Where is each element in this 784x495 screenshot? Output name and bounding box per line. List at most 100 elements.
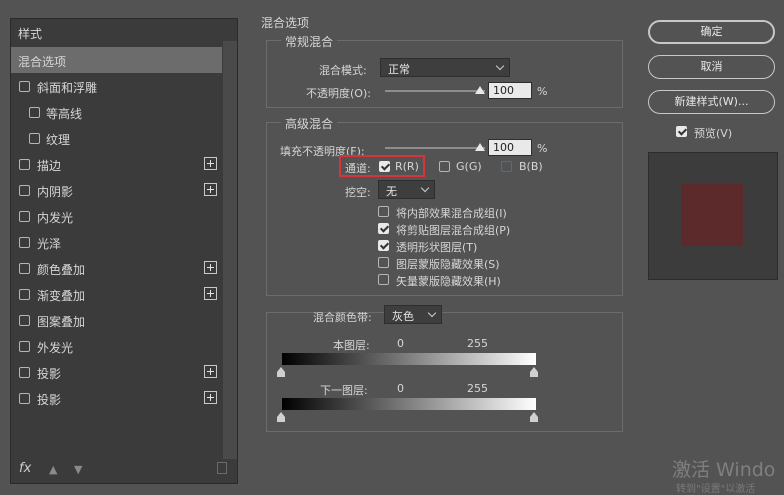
option-checkbox[interactable] xyxy=(378,274,389,285)
style-item-drop-shadow-2[interactable]: 投影 xyxy=(11,385,222,411)
channel-r-checkbox[interactable] xyxy=(379,161,390,172)
styles-panel: 样式 混合选项 斜面和浮雕 等高线 纹理 描边 内阴影 内发光 光泽 颜色叠加 … xyxy=(10,18,238,484)
knockout-dropdown[interactable]: 无 xyxy=(378,180,435,199)
style-item-satin[interactable]: 光泽 xyxy=(11,229,222,255)
this-layer-white-stop[interactable] xyxy=(530,367,538,377)
trash-icon[interactable] xyxy=(217,462,227,474)
blend-mode-dropdown[interactable]: 正常 xyxy=(380,58,510,77)
windows-watermark: 激活 Windo xyxy=(672,459,776,481)
style-item-stroke[interactable]: 描边 xyxy=(11,151,222,177)
style-checkbox[interactable] xyxy=(19,185,30,196)
style-checkbox[interactable] xyxy=(19,263,30,274)
fx-icon[interactable]: fx xyxy=(19,461,31,476)
fill-opacity-input[interactable]: 100 xyxy=(488,139,532,156)
fill-opacity-unit: % xyxy=(537,142,548,155)
add-plus-icon[interactable] xyxy=(204,287,217,300)
style-item-gradient-overlay[interactable]: 渐变叠加 xyxy=(11,281,222,307)
blend-mode-value: 正常 xyxy=(388,63,410,76)
add-plus-icon[interactable] xyxy=(204,391,217,404)
preview-checkbox[interactable] xyxy=(676,126,687,137)
style-checkbox[interactable] xyxy=(19,237,30,248)
general-blending-title: 常规混合 xyxy=(281,33,338,50)
this-layer-gradient xyxy=(282,353,536,365)
opacity-unit: % xyxy=(537,85,548,98)
option-blend-interior: 将内部效果混合成组(I) xyxy=(396,207,507,220)
style-checkbox[interactable] xyxy=(19,341,30,352)
style-checkbox[interactable] xyxy=(19,81,30,92)
opacity-slider-knob[interactable] xyxy=(475,86,485,94)
opacity-input[interactable]: 100 xyxy=(488,82,532,99)
style-item-label: 斜面和浮雕 xyxy=(37,81,98,95)
channels-label: 通道: xyxy=(345,162,371,175)
fill-opacity-slider-knob[interactable] xyxy=(475,143,485,151)
style-item-bevel-emboss[interactable]: 斜面和浮雕 xyxy=(11,73,222,99)
add-plus-icon[interactable] xyxy=(204,157,217,170)
style-checkbox[interactable] xyxy=(29,107,40,118)
option-checkbox[interactable] xyxy=(378,206,389,217)
channel-b-checkbox[interactable] xyxy=(501,161,512,172)
blend-if-value: 灰色 xyxy=(392,310,414,323)
move-up-icon[interactable]: ▲ xyxy=(49,463,57,476)
knockout-value: 无 xyxy=(386,185,397,198)
windows-watermark-sub: 转到"设置"以激活 xyxy=(676,484,756,495)
styles-scrollbar[interactable] xyxy=(223,41,237,459)
style-checkbox[interactable] xyxy=(29,133,40,144)
style-item-pattern-overlay[interactable]: 图案叠加 xyxy=(11,307,222,333)
underlying-layer-black-stop[interactable] xyxy=(277,412,285,422)
opacity-label: 不透明度(O): xyxy=(306,87,371,100)
style-item-label: 颜色叠加 xyxy=(37,263,86,277)
style-item-label: 投影 xyxy=(37,367,62,381)
style-item-inner-shadow[interactable]: 内阴影 xyxy=(11,177,222,203)
blend-if-label: 混合颜色带: xyxy=(313,311,372,324)
style-item-label: 内阴影 xyxy=(37,185,74,199)
opacity-slider-track[interactable] xyxy=(385,90,485,92)
add-plus-icon[interactable] xyxy=(204,261,217,274)
this-layer-black-stop[interactable] xyxy=(277,367,285,377)
blend-if-dropdown[interactable]: 灰色 xyxy=(384,305,442,324)
style-item-contour[interactable]: 等高线 xyxy=(11,99,222,125)
option-blend-clipped: 将剪贴图层混合成组(P) xyxy=(396,224,511,237)
this-layer-min: 0 xyxy=(397,337,404,350)
blend-if-group xyxy=(266,312,623,432)
styles-header: 样式 xyxy=(18,27,43,41)
ok-button[interactable]: 确定 xyxy=(648,20,775,44)
cancel-button[interactable]: 取消 xyxy=(648,55,775,79)
move-down-icon[interactable]: ▼ xyxy=(74,463,82,476)
style-item-label: 纹理 xyxy=(46,133,71,147)
style-checkbox[interactable] xyxy=(19,315,30,326)
underlying-layer-label: 下一图层: xyxy=(320,384,368,397)
style-item-texture[interactable]: 纹理 xyxy=(11,125,222,151)
option-checkbox[interactable] xyxy=(378,257,389,268)
style-checkbox[interactable] xyxy=(19,159,30,170)
option-vector-mask-hides: 矢量蒙版隐藏效果(H) xyxy=(396,275,501,288)
underlying-layer-max: 255 xyxy=(467,382,488,395)
style-item-label: 混合选项 xyxy=(18,55,67,69)
add-plus-icon[interactable] xyxy=(204,183,217,196)
advanced-blending-title: 高级混合 xyxy=(281,115,338,132)
option-transparency-shapes: 透明形状图层(T) xyxy=(396,241,478,254)
style-checkbox[interactable] xyxy=(19,289,30,300)
option-checkbox[interactable] xyxy=(378,240,389,251)
style-item-color-overlay[interactable]: 颜色叠加 xyxy=(11,255,222,281)
knockout-label: 挖空: xyxy=(345,186,371,199)
style-item-label: 内发光 xyxy=(37,211,74,225)
this-layer-label: 本图层: xyxy=(333,339,370,352)
style-checkbox[interactable] xyxy=(19,367,30,378)
add-plus-icon[interactable] xyxy=(204,365,217,378)
style-item-label: 等高线 xyxy=(46,107,83,121)
new-style-button[interactable]: 新建样式(W)... xyxy=(648,90,775,114)
style-item-outer-glow[interactable]: 外发光 xyxy=(11,333,222,359)
chevron-down-icon xyxy=(420,183,430,193)
style-item-blending-options[interactable]: 混合选项 xyxy=(11,47,222,73)
style-item-label: 外发光 xyxy=(37,341,74,355)
style-item-label: 光泽 xyxy=(37,237,62,251)
channel-g-checkbox[interactable] xyxy=(439,161,450,172)
option-checkbox[interactable] xyxy=(378,223,389,234)
style-checkbox[interactable] xyxy=(19,211,30,222)
style-item-inner-glow[interactable]: 内发光 xyxy=(11,203,222,229)
style-checkbox[interactable] xyxy=(19,393,30,404)
underlying-layer-white-stop[interactable] xyxy=(530,412,538,422)
fill-opacity-slider-track[interactable] xyxy=(385,147,485,149)
style-item-drop-shadow[interactable]: 投影 xyxy=(11,359,222,385)
style-item-label: 投影 xyxy=(37,393,62,407)
